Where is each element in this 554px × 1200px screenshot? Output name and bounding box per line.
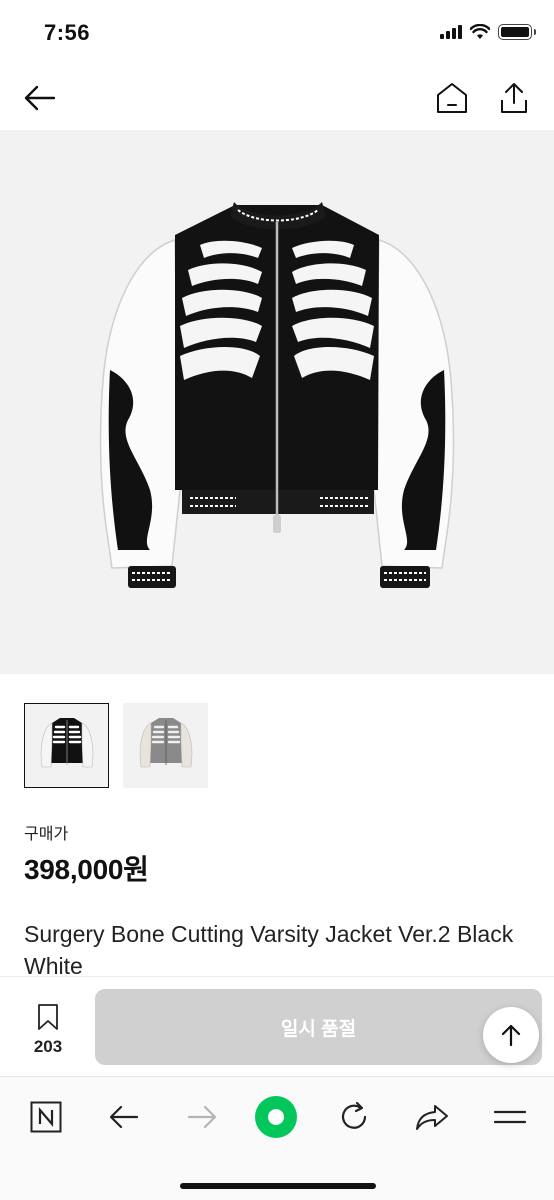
jacket-thumbnail-grey-icon	[139, 717, 192, 767]
browser-toolbar	[0, 1076, 554, 1200]
price-label: 구매가	[24, 826, 69, 843]
product-main-image[interactable]	[0, 130, 554, 674]
wifi-icon	[470, 24, 490, 39]
soldout-button[interactable]: 일시 품절	[95, 989, 542, 1065]
arrow-up-icon	[501, 1024, 521, 1047]
home-button[interactable]	[432, 78, 472, 118]
reload-icon	[341, 1101, 367, 1129]
bookmark-button[interactable]: 203	[24, 1003, 72, 1057]
browser-back-button[interactable]	[102, 1095, 146, 1139]
naver-button[interactable]	[24, 1095, 68, 1139]
home-indicator	[180, 1183, 376, 1189]
share-icon	[501, 83, 527, 113]
browser-forward-button[interactable]	[180, 1095, 224, 1139]
arrow-left-icon	[24, 85, 56, 111]
back-button[interactable]	[20, 78, 60, 118]
battery-icon	[498, 24, 536, 40]
scroll-top-button[interactable]	[483, 1007, 539, 1063]
top-nav-bar	[0, 66, 554, 128]
thumbnail-black-white[interactable]	[24, 703, 109, 788]
bookmark-count: 203	[33, 1037, 63, 1056]
naver-n-icon	[30, 1101, 62, 1133]
bookmark-icon	[38, 1004, 58, 1030]
browser-share-button[interactable]	[410, 1095, 454, 1139]
home-icon	[437, 83, 467, 113]
thumbnail-grey[interactable]	[123, 703, 208, 788]
forward-share-icon	[416, 1105, 448, 1130]
menu-icon	[493, 1110, 527, 1124]
status-icons	[440, 24, 536, 40]
product-title: Surgery Bone Cutting Varsity Jacket Ver.…	[24, 921, 514, 976]
jacket-thumbnail-black-icon	[40, 717, 93, 767]
status-time: 7:56	[44, 20, 91, 45]
purchase-action-bar: 203 일시 품절	[0, 976, 554, 1076]
varsity-jacket-image	[99, 202, 455, 588]
browser-menu-button[interactable]	[488, 1095, 532, 1139]
arrow-right-icon	[187, 1105, 217, 1129]
browser-home-button[interactable]	[254, 1095, 298, 1139]
status-bar: 7:56	[0, 0, 554, 66]
product-price: 398,000원	[24, 854, 149, 885]
soldout-label: 일시 품절	[280, 1018, 357, 1040]
share-button[interactable]	[494, 78, 534, 118]
cellular-signal-icon	[440, 25, 462, 39]
green-dot-icon	[255, 1096, 297, 1138]
thumbnail-list	[24, 703, 208, 788]
arrow-left-icon	[109, 1105, 139, 1129]
browser-reload-button[interactable]	[332, 1095, 376, 1139]
